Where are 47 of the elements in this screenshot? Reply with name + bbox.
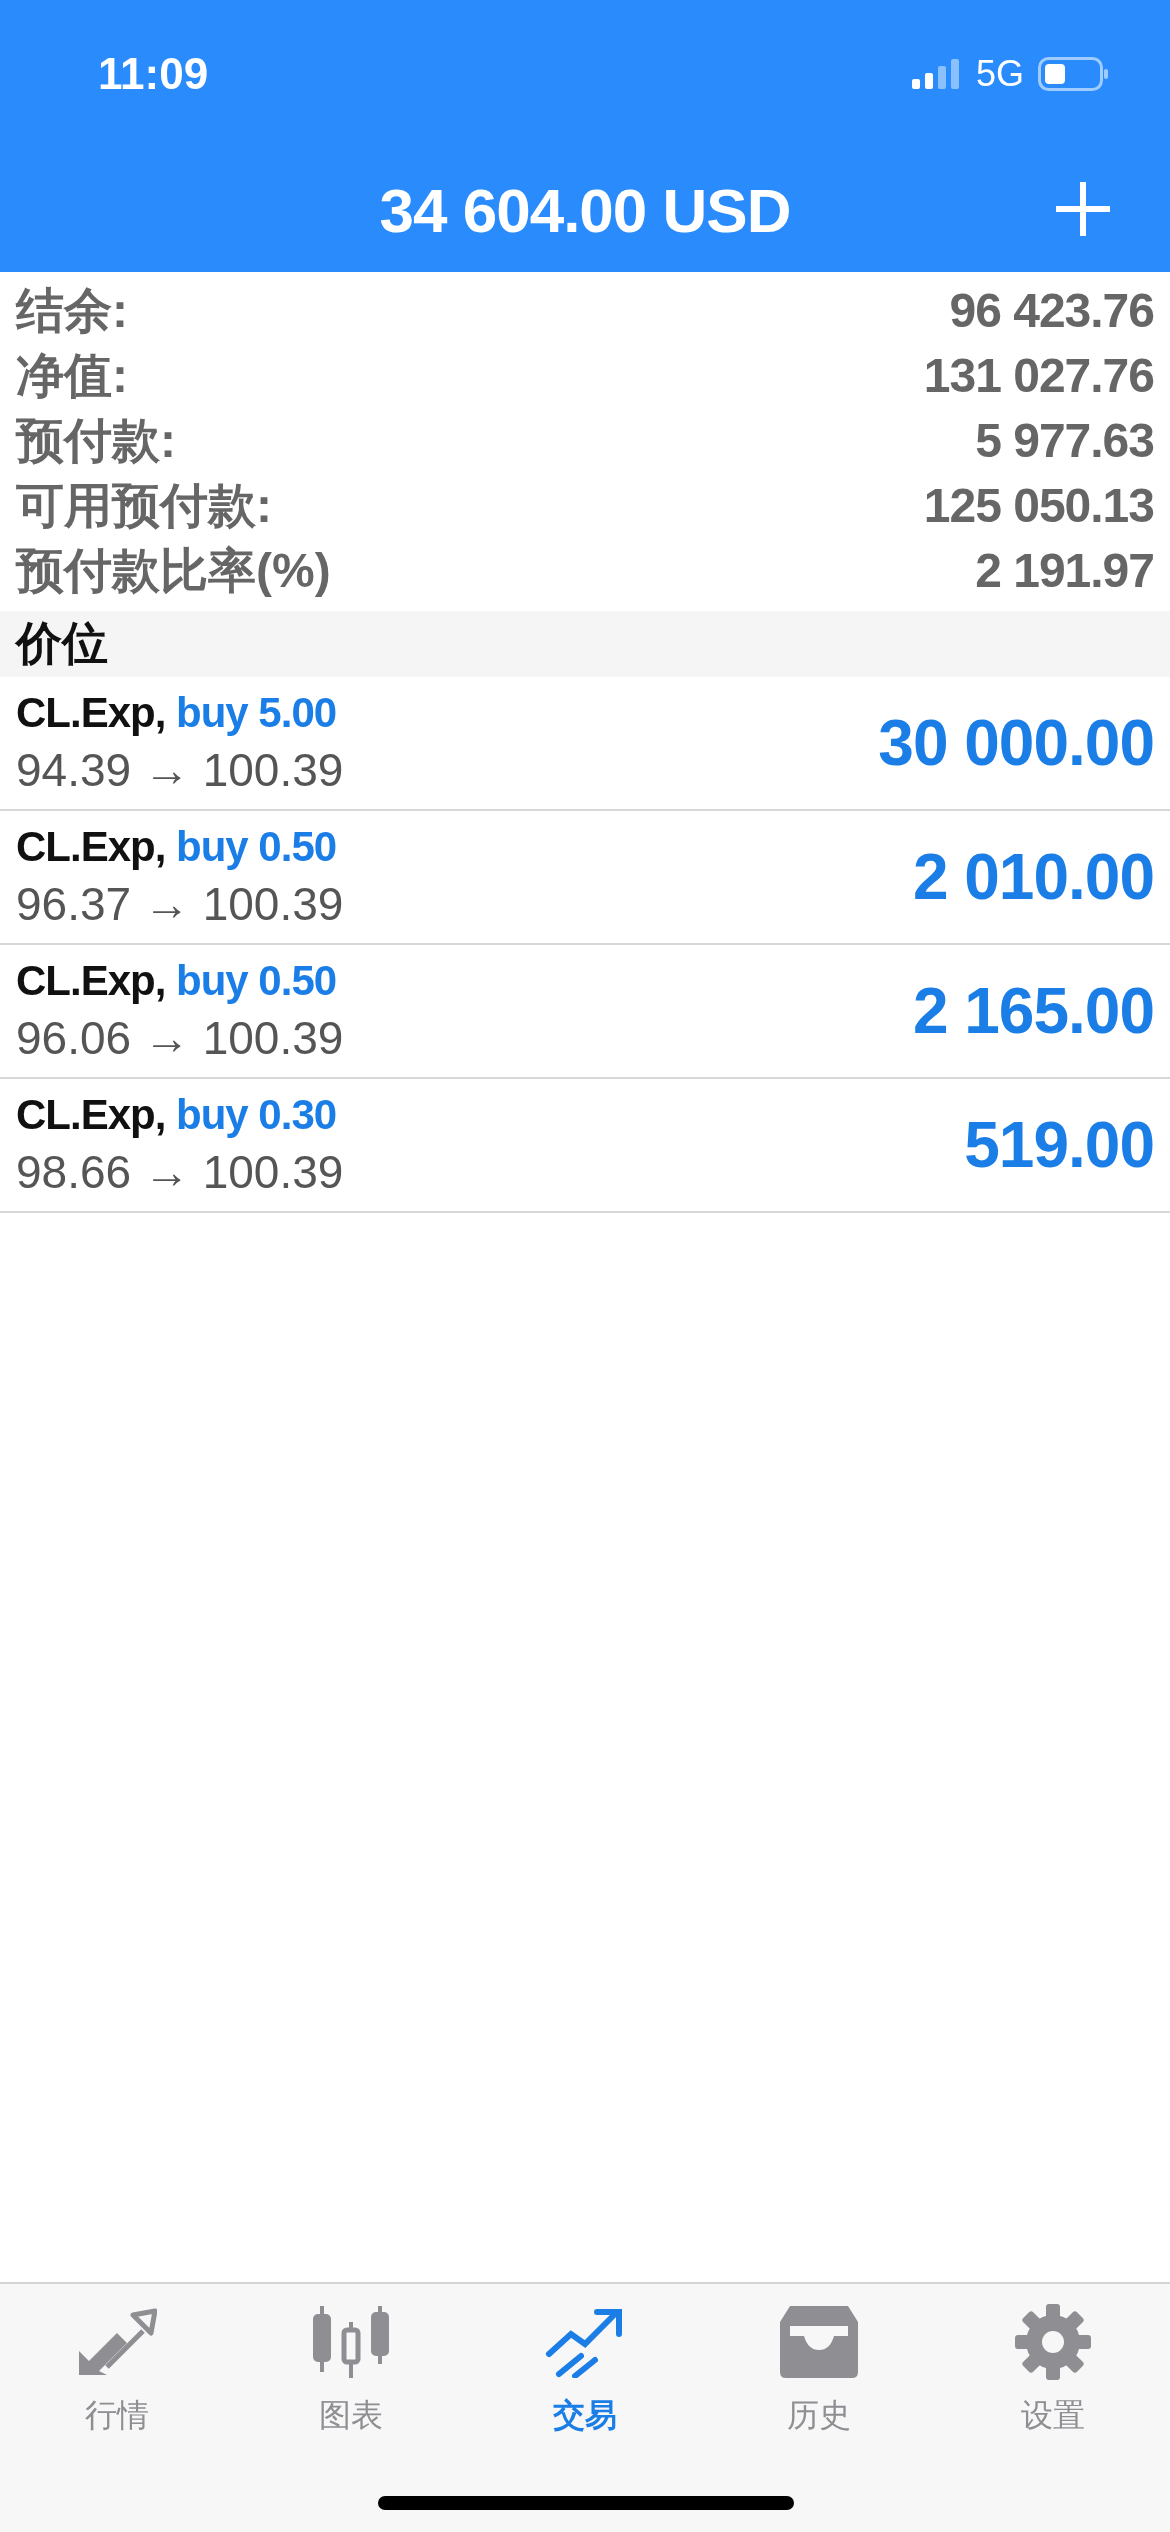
tab-item[interactable]: 历史 [734, 2302, 904, 2438]
summary-label: 净值: [16, 347, 128, 404]
summary-value: 5 977.63 [975, 413, 1154, 468]
position-row[interactable]: CL.Exp, buy 0.50 96.06 → 100.39 2 165.00 [0, 945, 1170, 1079]
symbol-label: CL.Exp, [16, 1091, 166, 1138]
section-title: 价位 [16, 616, 108, 671]
price-change: 96.06 → 100.39 [16, 1011, 344, 1065]
summary-label: 可用预付款: [16, 477, 272, 534]
tab-item[interactable]: 图表 [266, 2302, 436, 2438]
summary-label: 结余: [16, 282, 128, 339]
gear-icon [1015, 2304, 1091, 2380]
diagonal-arrows-icon [77, 2307, 157, 2377]
price-change: 96.37 → 100.39 [16, 877, 344, 931]
summary-value: 96 423.76 [949, 283, 1154, 338]
profit-value: 2 010.00 [912, 840, 1154, 914]
order-side: buy 0.50 [176, 957, 337, 1004]
symbol-label: CL.Exp, [16, 689, 166, 736]
summary-value: 131 027.76 [923, 348, 1154, 403]
summary-label: 预付款: [16, 412, 176, 469]
position-row[interactable]: CL.Exp, buy 0.30 98.66 → 100.39 519.00 [0, 1079, 1170, 1213]
order-side: buy 0.30 [176, 1091, 337, 1138]
profit-value: 2 165.00 [912, 974, 1154, 1048]
symbol-label: CL.Exp, [16, 823, 166, 870]
tab-item[interactable]: 交易 [500, 2302, 670, 2438]
profit-value: 30 000.00 [878, 706, 1154, 780]
position-row[interactable]: CL.Exp, buy 0.50 96.37 → 100.39 2 010.00 [0, 811, 1170, 945]
order-side: buy 5.00 [176, 689, 337, 736]
candlestick-icon [311, 2304, 391, 2380]
signal-icon [911, 59, 962, 89]
position-row[interactable]: CL.Exp, buy 5.00 94.39 → 100.39 30 000.00 [0, 677, 1170, 811]
inbox-tray-icon [780, 2306, 858, 2378]
price-change: 94.39 → 100.39 [16, 743, 344, 797]
balance-title: 34 604.00 USD [379, 174, 791, 246]
price-change: 98.66 → 100.39 [16, 1145, 344, 1199]
summary-value: 2 191.97 [975, 543, 1154, 598]
tab-item[interactable]: 设置 [968, 2302, 1138, 2438]
network-label: 5G [975, 53, 1024, 95]
order-side: buy 0.50 [176, 823, 337, 870]
battery-icon [1038, 57, 1110, 91]
summary-label: 预付款比率(%) [16, 542, 331, 599]
profit-value: 519.00 [964, 1108, 1154, 1182]
summary-value: 125 050.13 [923, 478, 1154, 533]
status-time: 11:09 [98, 49, 209, 99]
symbol-label: CL.Exp, [16, 957, 166, 1004]
tab-item[interactable]: 行情 [32, 2302, 202, 2438]
add-icon[interactable] [1054, 180, 1112, 238]
trend-arrow-icon [545, 2306, 625, 2378]
